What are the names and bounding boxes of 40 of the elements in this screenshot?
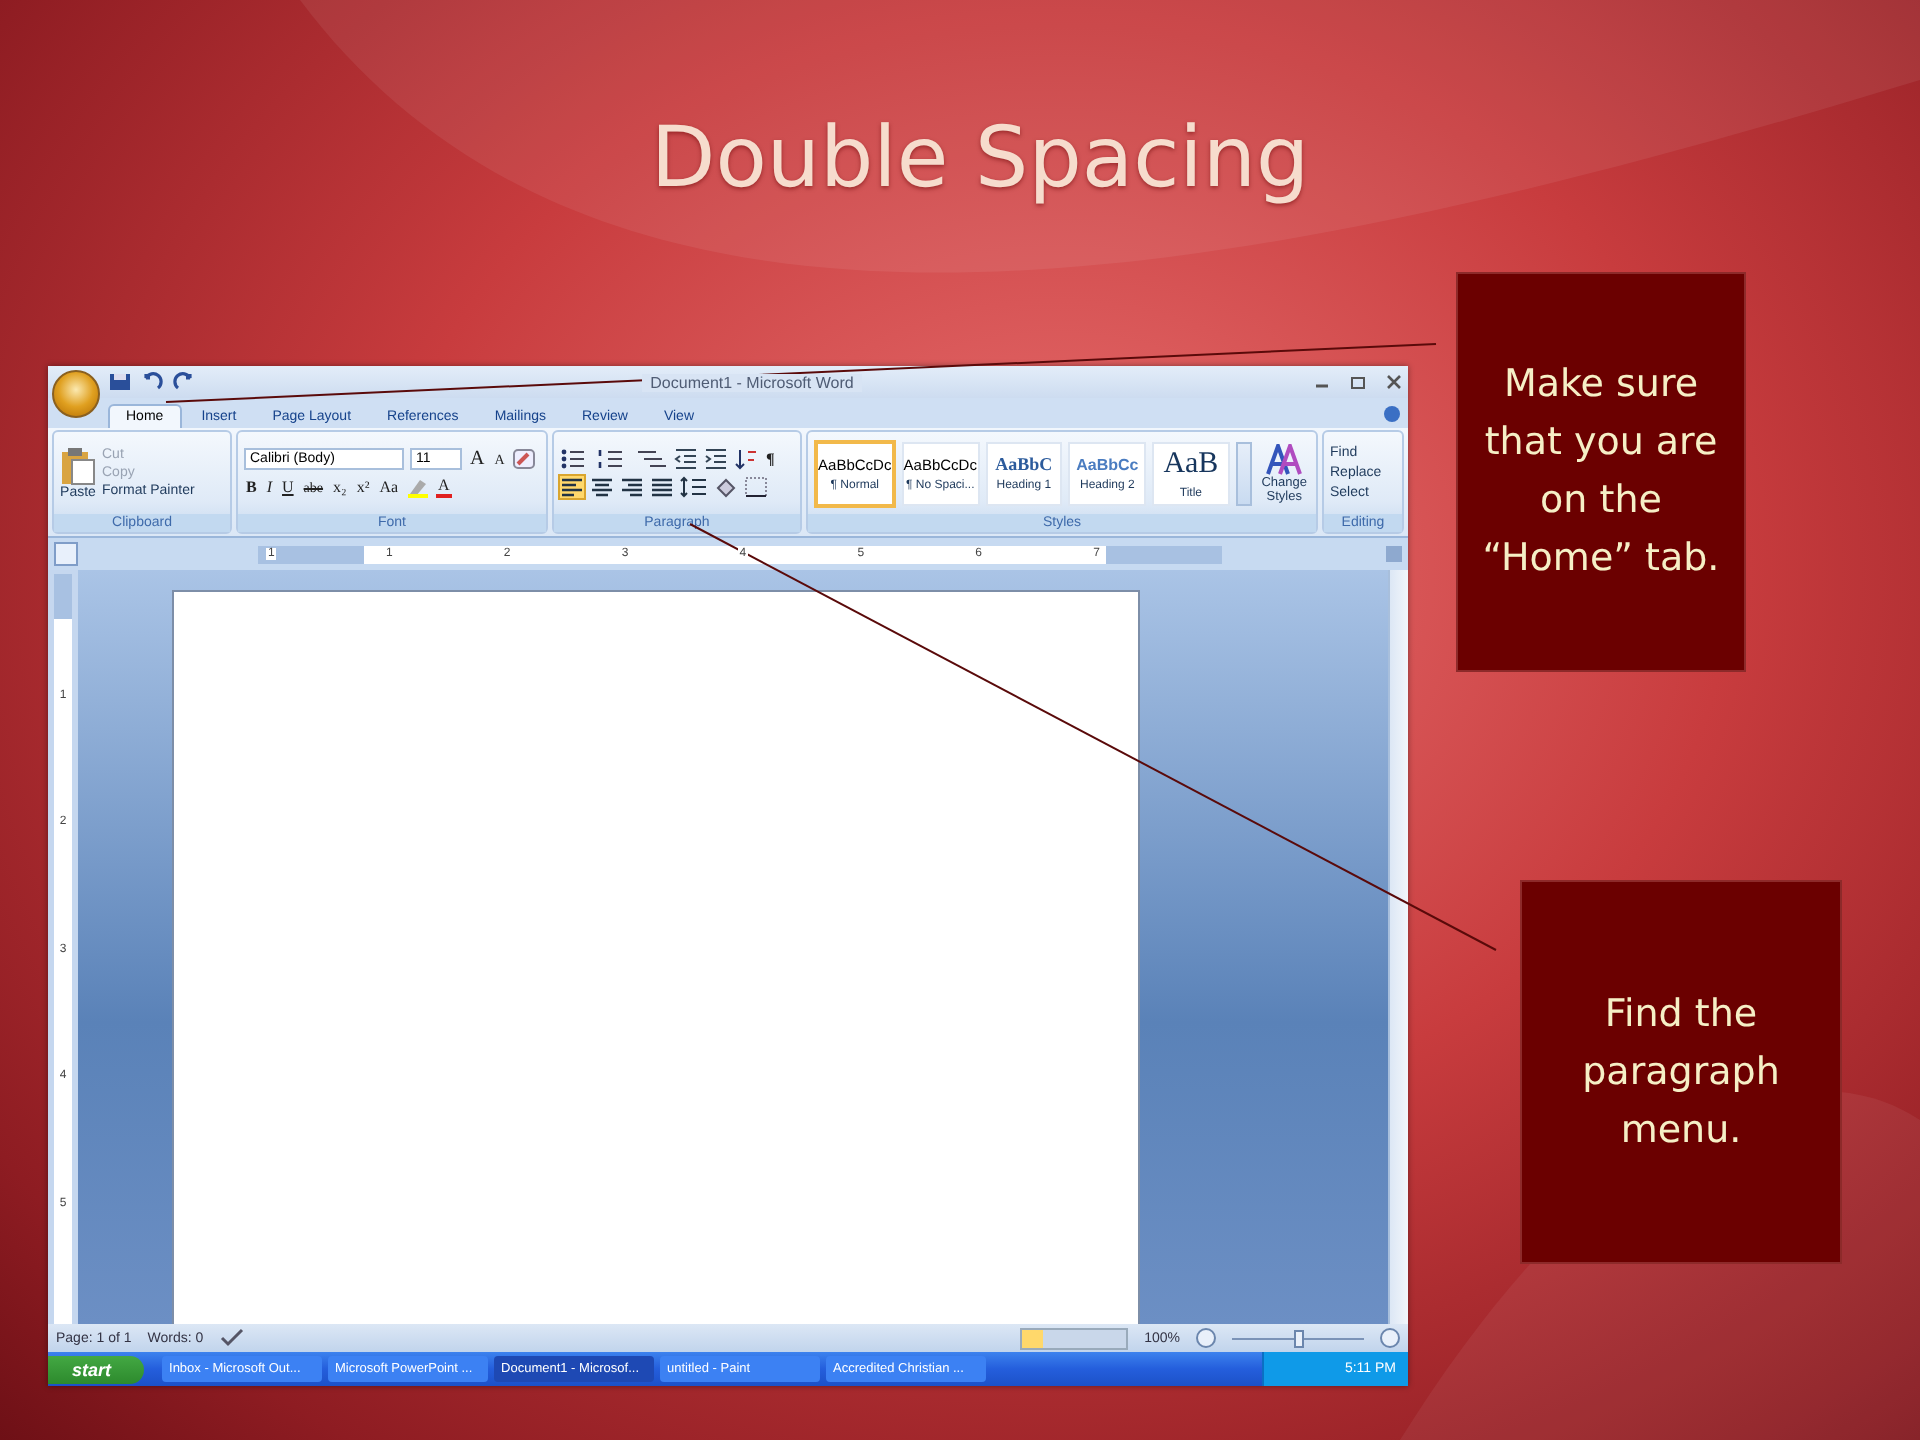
vertical-scrollbar[interactable] [1388,570,1408,1324]
multilevel-list-icon[interactable] [636,448,668,470]
callout-box: Find the paragraph menu. [1520,880,1842,1264]
align-icon[interactable] [620,476,644,498]
start-button[interactable]: start [48,1355,144,1383]
office-button[interactable] [52,370,100,418]
increase-indent-icon[interactable] [704,448,728,470]
align-icon[interactable] [560,476,584,498]
format-button[interactable]: x² [354,478,372,496]
format-button[interactable]: I [264,478,275,496]
format-button[interactable]: x₂ [331,478,349,496]
format-button[interactable]: U [280,478,296,496]
letters-icon [1266,443,1303,475]
line-spacing-icon[interactable] [680,476,708,498]
grow-font-button[interactable]: A [468,448,487,470]
eraser-icon[interactable] [512,448,537,470]
shading-icon[interactable] [714,476,738,498]
show-formatting-button[interactable]: ¶ [764,450,777,468]
align-icon[interactable] [590,476,614,498]
clipboard-icon [60,446,96,486]
format-button[interactable]: Aa [377,478,401,496]
restore-icon[interactable] [1349,374,1366,390]
window-title: Document1 - Microsoft Word [642,373,862,391]
slide-title: Double Spacing [648,108,1312,206]
close-icon[interactable] [1385,374,1402,390]
callout-box: Make sure that you are on the “Home” tab. [1456,272,1746,672]
help-icon[interactable] [1384,406,1400,422]
undo-icon[interactable] [140,372,164,392]
font-color-button[interactable]: A [436,476,452,498]
zoom-slider-thumb[interactable] [1294,1329,1304,1347]
zoom-in-button[interactable] [1380,1328,1400,1348]
borders-icon[interactable] [744,476,768,498]
sort-icon[interactable] [734,448,758,470]
decrease-indent-icon[interactable] [674,448,698,470]
format-button[interactable]: B [244,478,259,496]
zoom-out-button[interactable] [1196,1328,1216,1348]
redo-icon[interactable] [172,372,196,392]
save-icon[interactable] [108,372,132,392]
proofing-icon[interactable] [219,1328,244,1348]
align-icon[interactable] [650,476,674,498]
